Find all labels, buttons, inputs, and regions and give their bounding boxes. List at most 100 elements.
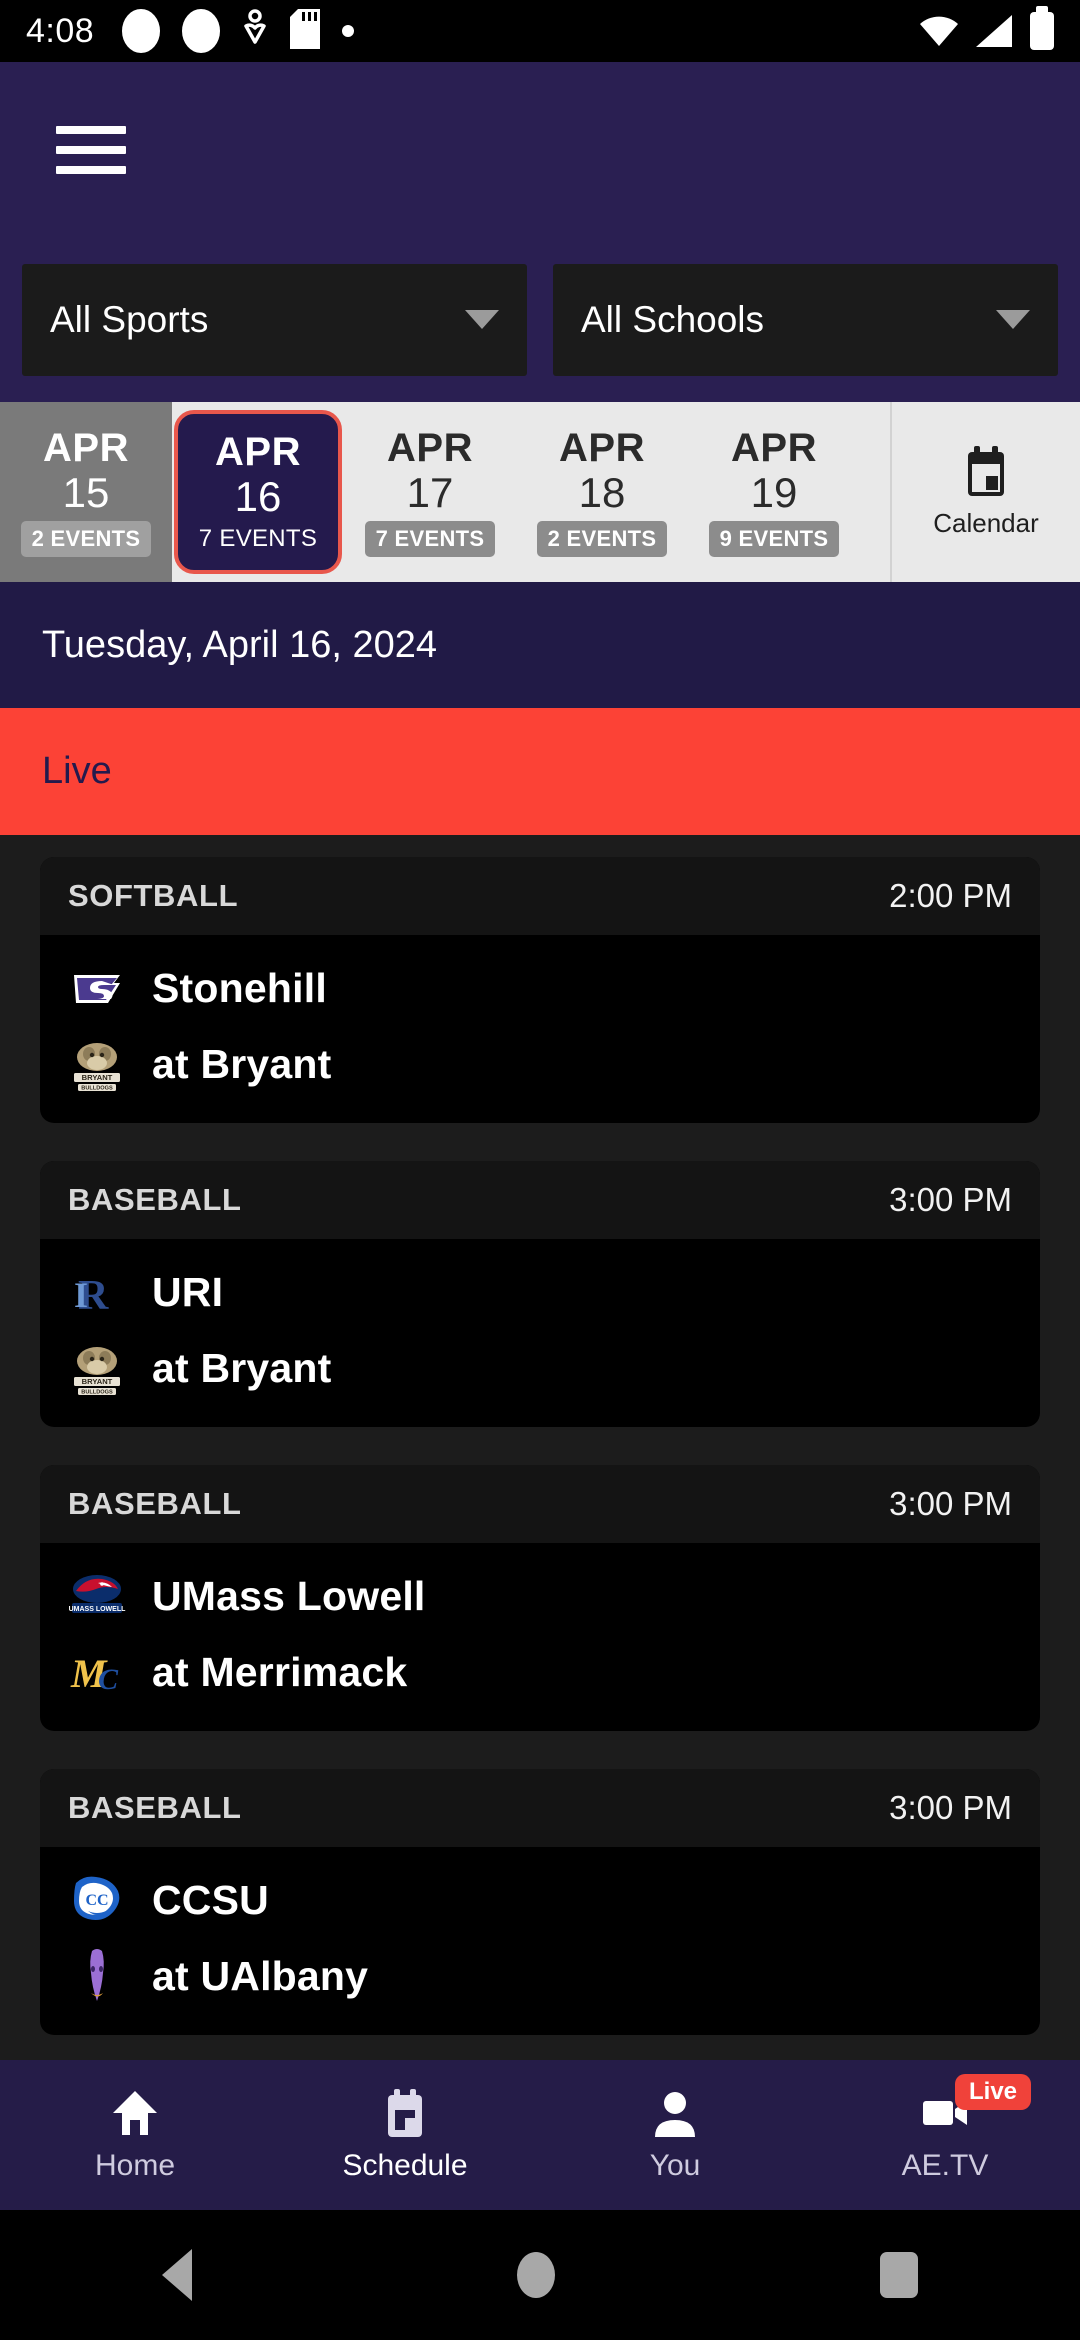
home-button[interactable]: [516, 2252, 555, 2298]
svg-text:BULLDOGS: BULLDOGS: [81, 1086, 113, 1092]
date-tab-event-count: 2 EVENTS: [20, 521, 152, 558]
nav-item-aetv[interactable]: Live AE.TV: [810, 2060, 1080, 2210]
home-team-name: at UAlbany: [152, 1952, 369, 1999]
away-team-name: CCSU: [152, 1876, 269, 1923]
game-sport: BASEBALL: [68, 1182, 242, 1217]
away-team-name: Stonehill: [152, 964, 327, 1011]
date-tab-apr-15[interactable]: APR 15 2 EVENTS: [0, 402, 172, 582]
date-tab-day: 16: [234, 472, 282, 520]
date-tab-apr-18[interactable]: APR 18 2 EVENTS: [516, 402, 688, 582]
ualbany-great-danes-logo: [68, 1947, 126, 2005]
signal-icon: [976, 15, 1012, 47]
date-heading-text: Tuesday, April 16, 2024: [42, 623, 438, 666]
calendar-button-label: Calendar: [933, 507, 1039, 538]
date-tab-apr-19[interactable]: APR 19 9 EVENTS: [688, 402, 860, 582]
nav-item-you[interactable]: You: [540, 2060, 810, 2210]
school-filter-dropdown[interactable]: All Schools: [553, 263, 1058, 376]
app-header: [0, 62, 1080, 237]
live-badge: Live: [955, 2074, 1032, 2111]
home-team-name: at Bryant: [152, 1344, 332, 1391]
away-team-name: URI: [152, 1268, 224, 1315]
nav-label-schedule: Schedule: [342, 2149, 468, 2182]
svg-text:UMASS LOWELL: UMASS LOWELL: [69, 1606, 126, 1613]
date-tab-event-count: 7 EVENTS: [364, 521, 496, 558]
game-card-header: BASEBALL 3:00 PM: [40, 1465, 1040, 1543]
chevron-down-icon: [996, 310, 1030, 329]
live-section-banner: Live: [0, 708, 1080, 835]
svg-text:C: C: [98, 1663, 119, 1696]
nav-item-schedule[interactable]: Schedule: [270, 2060, 540, 2210]
game-card[interactable]: SOFTBALL 2:00 PM Stonehill BRYANT BULLDOG…: [40, 857, 1040, 1123]
date-strip: APR 15 2 EVENTS APR 16 7 EVENTS APR 17 7…: [0, 402, 1080, 582]
circle-icon: [122, 9, 161, 53]
away-team-name: UMass Lowell: [152, 1572, 426, 1619]
game-card-header: SOFTBALL 2:00 PM: [40, 857, 1040, 935]
small-dot-icon: [342, 25, 355, 37]
game-card-body: Stonehill BRYANT BULLDOGS at Bryant: [40, 935, 1040, 1123]
date-tab-event-count: 7 EVENTS: [198, 525, 318, 553]
game-sport: BASEBALL: [68, 1790, 242, 1825]
date-tab-apr-16[interactable]: APR 16 7 EVENTS: [174, 410, 342, 574]
home-team-row: MC at Merrimack: [68, 1637, 1012, 1707]
home-icon: [109, 2087, 161, 2139]
game-card[interactable]: BASEBALL 3:00 PM UMASS LOWELL UMass Lowe…: [40, 1465, 1040, 1731]
sport-filter-dropdown[interactable]: All Sports: [22, 263, 527, 376]
away-team-row: UMASS LOWELL UMass Lowell: [68, 1561, 1012, 1631]
game-sport: BASEBALL: [68, 1486, 242, 1521]
date-tab-month: APR: [215, 429, 301, 474]
game-list[interactable]: SOFTBALL 2:00 PM Stonehill BRYANT BULLDOG…: [0, 835, 1080, 2060]
rhode-island-rams-logo: RI: [68, 1263, 126, 1321]
date-tab-day: 18: [578, 468, 626, 516]
game-time: 2:00 PM: [889, 877, 1012, 914]
away-team-row: RI URI: [68, 1257, 1012, 1327]
svg-text:BULLDOGS: BULLDOGS: [81, 1390, 113, 1396]
nav-item-home[interactable]: Home: [0, 2060, 270, 2210]
date-heading: Tuesday, April 16, 2024: [0, 582, 1080, 708]
nav-label-aetv: AE.TV: [901, 2149, 989, 2182]
date-tab-month: APR: [387, 425, 473, 470]
game-sport: SOFTBALL: [68, 878, 239, 913]
svg-text:CC: CC: [85, 1892, 108, 1909]
live-section-label: Live: [42, 750, 112, 792]
school-filter-value: All Schools: [581, 298, 765, 340]
game-card-header: BASEBALL 3:00 PM: [40, 1769, 1040, 1847]
nav-label-you: You: [649, 2149, 701, 2182]
game-card-header: BASEBALL 3:00 PM: [40, 1161, 1040, 1239]
date-tab-day: 15: [62, 468, 110, 516]
status-bar-system-icons: [920, 6, 1054, 50]
heart-location-icon: [242, 8, 268, 55]
game-card[interactable]: BASEBALL 3:00 PM RI URI BRYANT BULLDOGS a…: [40, 1161, 1040, 1427]
status-bar: 4:08: [0, 0, 1080, 62]
away-team-row: CC CCSU: [68, 1865, 1012, 1935]
away-team-row: Stonehill: [68, 953, 1012, 1023]
home-team-name: at Merrimack: [152, 1648, 408, 1695]
date-tab-month: APR: [43, 425, 129, 470]
hamburger-menu-icon[interactable]: [56, 125, 126, 174]
merrimack-warriors-logo: MC: [68, 1643, 126, 1701]
date-tab-event-count: 2 EVENTS: [536, 521, 668, 558]
hamburger-line: [56, 165, 126, 174]
svg-text:I: I: [74, 1275, 88, 1315]
person-icon: [649, 2087, 701, 2139]
date-tab-apr-17[interactable]: APR 17 7 EVENTS: [344, 402, 516, 582]
sport-filter-value: All Sports: [50, 298, 209, 340]
bryant-bulldogs-logo: BRYANT BULLDOGS: [68, 1035, 126, 1093]
filter-bar: All Sports All Schools: [0, 237, 1080, 402]
central-connecticut-blue-devils-logo: CC: [68, 1871, 126, 1929]
game-card[interactable]: BASEBALL 3:00 PM CC CCSU at UAlbany: [40, 1769, 1040, 2035]
chevron-down-icon: [465, 310, 499, 329]
home-team-row: BRYANT BULLDOGS at Bryant: [68, 1333, 1012, 1403]
hamburger-line: [56, 145, 126, 154]
circle-icon: [182, 9, 221, 53]
game-time: 3:00 PM: [889, 1181, 1012, 1218]
date-tab-month: APR: [731, 425, 817, 470]
game-time: 3:00 PM: [889, 1789, 1012, 1826]
calendar-button[interactable]: Calendar: [890, 402, 1080, 582]
home-team-name: at Bryant: [152, 1040, 332, 1087]
android-navigation-bar: [0, 2210, 1080, 2340]
stonehill-skyhawks-logo: [68, 959, 126, 1017]
date-tab-day: 17: [406, 468, 454, 516]
recents-button[interactable]: [879, 2252, 918, 2298]
svg-text:BRYANT: BRYANT: [82, 1377, 113, 1386]
back-button[interactable]: [162, 2249, 193, 2301]
